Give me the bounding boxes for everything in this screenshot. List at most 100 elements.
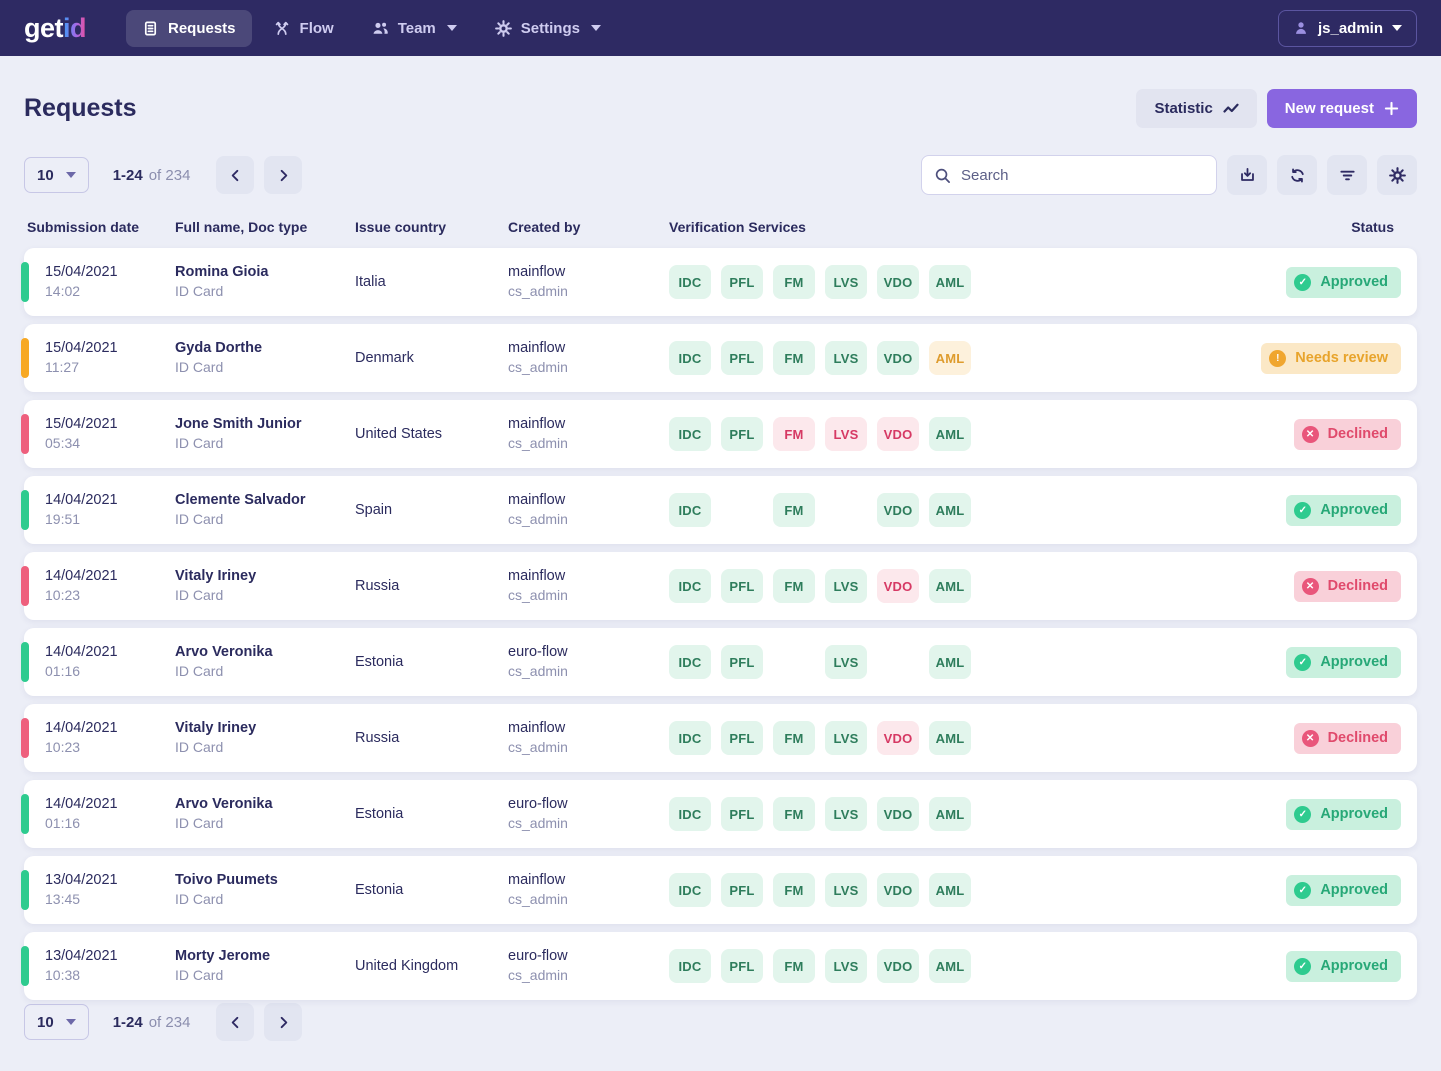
status-badge: ✕ Declined <box>1294 571 1401 602</box>
service-badge-pfl: PFL <box>721 949 763 983</box>
table-row[interactable]: 14/04/2021 10:23 Vitaly Iriney ID Card R… <box>24 552 1417 620</box>
created-by-user: cs_admin <box>508 434 669 453</box>
service-badge-fm: FM <box>773 569 815 603</box>
service-badge-idc: IDC <box>669 873 711 907</box>
table-row[interactable]: 15/04/2021 14:02 Romina Gioia ID Card It… <box>24 248 1417 316</box>
service-slot: VDO <box>877 493 919 527</box>
service-slot: IDC <box>669 645 711 679</box>
pagination-bottom: 10 1-24of 234 <box>24 1003 302 1041</box>
created-by-flow: mainflow <box>508 339 669 358</box>
filter-button[interactable] <box>1327 155 1367 195</box>
prev-page-button[interactable] <box>216 156 254 194</box>
status-icon: ✕ <box>1302 426 1319 443</box>
verification-services: IDCPFLFMLVSVDOAML <box>669 265 981 299</box>
col-header-verification-services: Verification Services <box>669 219 981 235</box>
created-by-user: cs_admin <box>508 510 669 529</box>
next-page-button[interactable] <box>264 1003 302 1041</box>
table-row[interactable]: 14/04/2021 10:23 Vitaly Iriney ID Card R… <box>24 704 1417 772</box>
search-icon <box>934 167 951 184</box>
nav-item-requests[interactable]: Requests <box>126 10 252 47</box>
service-badge-idc: IDC <box>669 797 711 831</box>
doc-type: ID Card <box>175 510 355 529</box>
user-menu-button[interactable]: js_admin <box>1278 10 1417 47</box>
statistic-button[interactable]: Statistic <box>1136 89 1256 128</box>
service-badge-fm: FM <box>773 873 815 907</box>
service-badge-vdo: VDO <box>877 417 919 451</box>
issue-country: Russia <box>355 577 508 596</box>
col-header-issue-country: Issue country <box>355 219 508 235</box>
service-badge-lvs: LVS <box>825 797 867 831</box>
table-settings-gear-button[interactable] <box>1377 155 1417 195</box>
service-slot: LVS <box>825 721 867 755</box>
nav-item-settings[interactable]: Settings <box>479 10 617 47</box>
issue-country: United Kingdom <box>355 957 508 976</box>
issue-country: United States <box>355 425 508 444</box>
service-badge-vdo: VDO <box>877 721 919 755</box>
col-header-created-by: Created by <box>508 219 669 235</box>
service-badge-lvs: LVS <box>825 949 867 983</box>
table-row[interactable]: 15/04/2021 05:34 Jone Smith Junior ID Ca… <box>24 400 1417 468</box>
table-row[interactable]: 14/04/2021 01:16 Arvo Veronika ID Card E… <box>24 780 1417 848</box>
page-size-select[interactable]: 10 <box>24 1004 89 1040</box>
created-by-flow: mainflow <box>508 491 669 510</box>
pagination-range: 1-24of 234 <box>113 1014 191 1031</box>
service-badge-pfl: PFL <box>721 569 763 603</box>
status-label: Approved <box>1320 882 1388 898</box>
status-label: Needs review <box>1295 350 1388 366</box>
row-accent-bar <box>21 870 29 910</box>
top-navbar: getid Requests Flow Team Settings js_adm… <box>0 0 1441 56</box>
service-slot: IDC <box>669 265 711 299</box>
nav-item-team[interactable]: Team <box>356 10 473 47</box>
user-icon <box>1293 20 1309 36</box>
chart-line-icon <box>1223 102 1239 114</box>
service-slot: LVS <box>825 569 867 603</box>
full-name: Vitaly Iriney <box>175 567 355 586</box>
service-slot: AML <box>929 721 971 755</box>
service-badge-pfl: PFL <box>721 873 763 907</box>
table-row[interactable]: 13/04/2021 10:38 Morty Jerome ID Card Un… <box>24 932 1417 1000</box>
new-request-button[interactable]: New request <box>1267 89 1417 128</box>
issue-country: Estonia <box>355 881 508 900</box>
service-slot: IDC <box>669 341 711 375</box>
search-input[interactable] <box>961 167 1204 184</box>
nav-item-label: Settings <box>521 20 580 37</box>
submission-date: 14/04/2021 <box>45 567 175 586</box>
full-name: Romina Gioia <box>175 263 355 282</box>
table-row[interactable]: 14/04/2021 01:16 Arvo Veronika ID Card E… <box>24 628 1417 696</box>
requests-icon <box>142 20 159 37</box>
service-slot: VDO <box>877 721 919 755</box>
service-slot <box>773 645 815 679</box>
table-row[interactable]: 13/04/2021 13:45 Toivo Puumets ID Card E… <box>24 856 1417 924</box>
service-badge-pfl: PFL <box>721 341 763 375</box>
col-header-submission-date: Submission date <box>27 219 175 235</box>
service-badge-fm: FM <box>773 341 815 375</box>
verification-services: IDCPFLLVSAML <box>669 645 981 679</box>
service-badge-lvs: LVS <box>825 569 867 603</box>
refresh-button[interactable] <box>1277 155 1317 195</box>
service-badge-vdo: VDO <box>877 265 919 299</box>
nav-item-flow[interactable]: Flow <box>258 10 350 47</box>
nav-item-label: Requests <box>168 20 236 37</box>
row-accent-bar <box>21 490 29 530</box>
service-badge-lvs: LVS <box>825 873 867 907</box>
submission-time: 13:45 <box>45 890 175 909</box>
export-download-button[interactable] <box>1227 155 1267 195</box>
created-by-user: cs_admin <box>508 662 669 681</box>
flow-icon <box>274 20 291 37</box>
status-badge: ✕ Declined <box>1294 419 1401 450</box>
next-page-button[interactable] <box>264 156 302 194</box>
table-row[interactable]: 15/04/2021 11:27 Gyda Dorthe ID Card Den… <box>24 324 1417 392</box>
row-accent-bar <box>21 262 29 302</box>
settings-gear-icon <box>495 20 512 37</box>
service-slot: AML <box>929 645 971 679</box>
status-icon: ! <box>1269 350 1286 367</box>
status-icon: ✓ <box>1294 958 1311 975</box>
table-row[interactable]: 14/04/2021 19:51 Clemente Salvador ID Ca… <box>24 476 1417 544</box>
logo[interactable]: getid <box>24 13 86 44</box>
service-slot: VDO <box>877 569 919 603</box>
service-slot: FM <box>773 873 815 907</box>
page-size-select[interactable]: 10 <box>24 157 89 193</box>
page-size-value: 10 <box>37 1014 54 1031</box>
service-badge-vdo: VDO <box>877 797 919 831</box>
prev-page-button[interactable] <box>216 1003 254 1041</box>
